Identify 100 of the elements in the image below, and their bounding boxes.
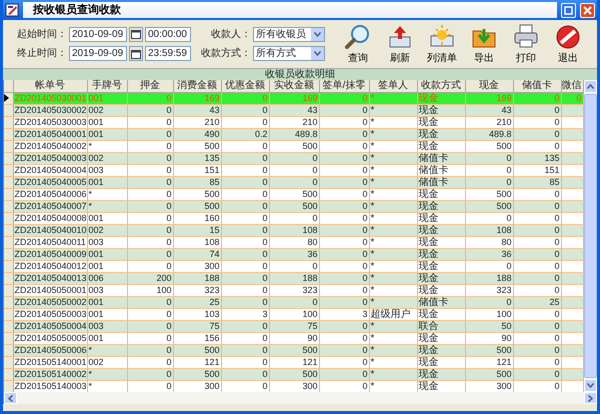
table-cell: 0 <box>127 104 173 116</box>
time-field[interactable]: 00:00:00 <box>145 26 191 42</box>
table-cell: * <box>369 176 417 188</box>
calendar-button[interactable] <box>129 46 143 62</box>
table-cell: 现金 <box>417 284 465 296</box>
table-cell: 0 <box>319 152 369 164</box>
table-cell: * <box>369 272 417 284</box>
table-cell: 80 <box>269 236 319 248</box>
column-header[interactable]: 实收金额 <box>269 80 319 92</box>
table-cell: ZD201505140003 <box>13 380 87 392</box>
column-header[interactable]: 消费金额 <box>173 80 221 92</box>
table-cell: 74 <box>173 248 221 260</box>
column-header[interactable]: 签单人 <box>369 80 417 92</box>
table-cell: 0 <box>127 152 173 164</box>
time-field[interactable]: 23:59:59 <box>145 46 191 62</box>
dropdown[interactable]: 所有收银员 <box>253 26 325 42</box>
table-cell: 85 <box>173 176 221 188</box>
toolbar-button[interactable]: 刷新 <box>381 22 419 66</box>
column-header[interactable]: 签单/抹零 <box>319 80 369 92</box>
table-cell: 现金 <box>417 272 465 284</box>
table-cell: 500 <box>465 188 513 200</box>
table-cell: 现金 <box>417 308 465 320</box>
table-cell: 85 <box>513 176 561 188</box>
close-button[interactable] <box>580 2 595 18</box>
table-cell: 0 <box>221 236 269 248</box>
table-cell: ZD201405050003 <box>13 308 87 320</box>
dropdown[interactable]: 所有方式 <box>253 46 325 62</box>
column-header[interactable]: 押金 <box>127 80 173 92</box>
table-cell: * <box>369 320 417 332</box>
table-cell: 0.2 <box>221 128 269 140</box>
column-header[interactable]: 手牌号 <box>87 80 127 92</box>
maximize-icon <box>564 6 573 14</box>
close-icon <box>583 6 592 14</box>
table-cell: 121 <box>173 356 221 368</box>
table-cell: 43 <box>173 104 221 116</box>
maximize-button[interactable] <box>561 2 576 18</box>
table-cell: ZD201505140002 <box>13 368 87 380</box>
table-cell: 100 <box>465 308 513 320</box>
table-cell: 0 <box>127 320 173 332</box>
table-cell: 现金 <box>417 140 465 152</box>
table-cell: 90 <box>269 332 319 344</box>
table-cell: 0 <box>319 116 369 128</box>
calendar-button[interactable] <box>129 26 143 42</box>
table-cell: 75 <box>173 320 221 332</box>
table-cell: 0 <box>513 368 561 380</box>
table-cell: 0 <box>513 128 561 140</box>
table-cell: 0 <box>513 380 561 392</box>
table-cell: 188 <box>173 272 221 284</box>
table-cell: 0 <box>127 296 173 308</box>
table-cell: 0 <box>513 284 561 296</box>
toolbar-button[interactable]: 导出 <box>465 22 503 66</box>
table-cell: 500 <box>269 200 319 212</box>
table-cell: 0 <box>221 368 269 380</box>
table-cell: 0 <box>319 140 369 152</box>
toolbar-button[interactable]: 退出 <box>549 22 587 66</box>
chevron-up-icon <box>587 84 594 89</box>
date-field[interactable]: 2010-09-09 <box>69 26 127 42</box>
table-cell: 现金 <box>417 200 465 212</box>
table-cell: 0 <box>127 368 173 380</box>
table-cell: 0 <box>221 212 269 224</box>
table-cell: 25 <box>513 296 561 308</box>
column-header[interactable]: 优惠金额 <box>221 80 269 92</box>
date-field[interactable]: 2019-09-09 <box>69 46 127 62</box>
table-cell: * <box>369 284 417 296</box>
table-cell: 100 <box>127 284 173 296</box>
table-cell: 103 <box>173 308 221 320</box>
column-header[interactable]: 收款方式 <box>417 80 465 92</box>
table-cell: * <box>369 92 417 104</box>
table-cell: 0 <box>319 320 369 332</box>
table-cell: 0 <box>513 224 561 236</box>
table-cell: 36 <box>269 248 319 260</box>
table-cell: ZD201405040001 <box>13 128 87 140</box>
table-cell: 现金 <box>417 224 465 236</box>
table-cell: 500 <box>173 344 221 356</box>
column-header[interactable]: 储值卡 <box>513 80 561 92</box>
table-cell: 现金 <box>417 92 465 104</box>
table-cell: 0 <box>127 176 173 188</box>
table-cell: ZD201405040002 <box>13 140 87 152</box>
table-cell: 160 <box>173 212 221 224</box>
horizontal-scrollbar[interactable] <box>3 392 597 404</box>
table-cell: 0 <box>513 320 561 332</box>
toolbar-button[interactable]: 打印 <box>507 22 545 66</box>
table-cell: * <box>369 188 417 200</box>
column-header[interactable]: 微信 <box>561 80 583 92</box>
table-cell: 323 <box>269 284 319 296</box>
toolbar-button[interactable]: 查询 <box>339 22 377 66</box>
column-header[interactable]: 现金 <box>465 80 513 92</box>
field-label: 收款人： <box>210 28 251 42</box>
table-cell: 500 <box>173 188 221 200</box>
vertical-scrollbar[interactable] <box>584 80 597 392</box>
table-cell: 联合 <box>417 320 465 332</box>
column-header[interactable]: 帐单号 <box>13 80 87 92</box>
toolbar-button[interactable]: 列清单 <box>423 22 461 66</box>
table-cell: 0 <box>127 92 173 104</box>
table-cell: 500 <box>173 140 221 152</box>
table-cell: 现金 <box>417 356 465 368</box>
table-cell: ZD201405040010 <box>13 224 87 236</box>
table-cell: ZD201405040009 <box>13 248 87 260</box>
table-cell: 169 <box>465 92 513 104</box>
table-cell: 0 <box>319 224 369 236</box>
